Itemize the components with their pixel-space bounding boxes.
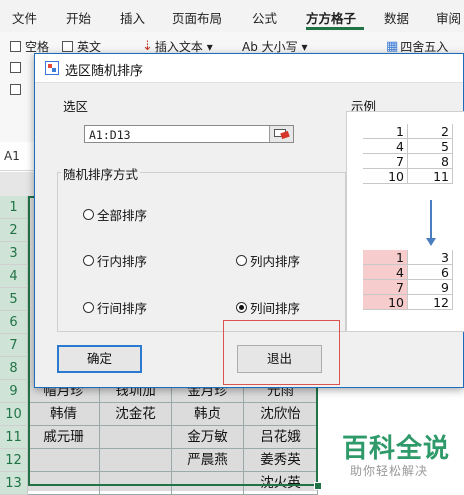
table-cell[interactable]: 金万敏	[172, 426, 244, 449]
preview-cell: 1	[363, 124, 408, 139]
tab-insert[interactable]: 插入	[120, 8, 145, 27]
preview-cell: 10	[363, 169, 408, 184]
checkbox-box[interactable]	[10, 84, 21, 95]
range-input[interactable]: A1:D13	[84, 125, 294, 143]
random-sort-dialog: 选区随机排序 选区 A1:D13 随机排序方式 全部排序 行内排序 列内排序 行…	[34, 53, 464, 388]
row-header[interactable]: 2	[0, 219, 28, 242]
preview-cell: 5	[408, 139, 453, 154]
table-cell[interactable]: 戚元珊	[28, 426, 100, 449]
range-label: 选区	[61, 96, 91, 115]
preview-cell: 7	[363, 154, 408, 169]
row-header[interactable]: 5	[0, 288, 28, 311]
row-header[interactable]: 4	[0, 265, 28, 288]
exit-highlight-annotation	[223, 320, 340, 385]
ok-button[interactable]: 确定	[57, 345, 142, 373]
checkbox-box[interactable]	[10, 62, 21, 73]
preview-cell: 7	[363, 280, 408, 295]
table-cell[interactable]: 沈火英	[244, 472, 318, 495]
table-cell[interactable]: 姜秀英	[244, 449, 318, 472]
preview-cell: 6	[408, 265, 453, 280]
radio-button[interactable]	[236, 255, 247, 266]
down-arrow-head	[426, 238, 436, 246]
checkbox-box[interactable]	[10, 41, 21, 52]
down-arrow-icon	[430, 200, 432, 240]
radio-button[interactable]	[83, 302, 94, 313]
tab-data[interactable]: 数据	[384, 8, 409, 27]
table-cell[interactable]: 严晨燕	[172, 449, 244, 472]
watermark-subtitle: 助你轻松解决	[350, 464, 429, 478]
table-cell[interactable]	[28, 472, 100, 495]
row-header[interactable]: 7	[0, 334, 28, 357]
tab-review[interactable]: 审阅	[436, 8, 461, 27]
app-icon	[45, 61, 59, 75]
preview-cell: 2	[408, 124, 453, 139]
dialog-title: 选区随机排序	[65, 64, 144, 79]
preview-cell: 4	[363, 265, 408, 280]
table-cell[interactable]	[100, 472, 172, 495]
radio-in-col-sort[interactable]: 列内排序	[236, 251, 300, 270]
preview-cell: 9	[408, 280, 453, 295]
preview-cell: 12	[408, 295, 453, 310]
tab-fangfang[interactable]: 方方格子	[306, 8, 356, 27]
preview-cell: 4	[363, 139, 408, 154]
preview-cell: 10	[363, 295, 408, 310]
tab-file[interactable]: 文件	[12, 8, 37, 27]
row-header[interactable]: 11	[0, 426, 28, 449]
radio-button[interactable]	[83, 209, 94, 220]
row-header[interactable]: 3	[0, 242, 28, 265]
menu-bar: 文件 开始 插入 页面布局 公式 方方格子 数据 审阅	[0, 0, 464, 32]
preview-cell: 8	[408, 154, 453, 169]
name-box[interactable]: A1	[4, 146, 32, 166]
table-cell[interactable]: 韩倩	[28, 403, 100, 426]
watermark-title: 百科全说	[342, 434, 451, 464]
fill-handle[interactable]	[314, 482, 322, 490]
radio-between-cols-sort[interactable]: 列间排序	[236, 298, 300, 317]
insert-text-icon: ⇣	[142, 39, 153, 54]
row-header[interactable]: 10	[0, 403, 28, 426]
row-header[interactable]: 1	[0, 196, 28, 219]
range-picker-icon[interactable]	[269, 126, 293, 142]
radio-in-row-sort[interactable]: 行内排序	[83, 251, 147, 270]
row-header[interactable]: 12	[0, 449, 28, 472]
table-cell[interactable]	[172, 472, 244, 495]
preview-cell: 3	[408, 250, 453, 265]
example-preview: 1 2 4 5 7 8 10 11 1 3 4 6 7 9 10 12	[346, 111, 464, 332]
table-cell[interactable]	[28, 449, 100, 472]
row-header[interactable]: 9	[0, 380, 28, 403]
checkbox-box[interactable]	[62, 41, 73, 52]
sort-method-label: 随机排序方式	[61, 164, 141, 183]
radio-all-sort[interactable]: 全部排序	[83, 205, 147, 224]
preview-cell: 1	[363, 250, 408, 265]
row-header[interactable]: 8	[0, 357, 28, 380]
row-header[interactable]: 6	[0, 311, 28, 334]
table-icon: ▦	[386, 39, 399, 54]
tab-formulas[interactable]: 公式	[252, 8, 277, 27]
table-cell[interactable]: 沈金花	[100, 403, 172, 426]
tab-page-layout[interactable]: 页面布局	[172, 8, 222, 27]
tab-home[interactable]: 开始	[66, 8, 91, 27]
table-cell[interactable]: 吕花娥	[244, 426, 318, 449]
table-cell[interactable]: 沈欣怡	[244, 403, 318, 426]
radio-button-selected[interactable]	[236, 302, 247, 313]
active-tab-indicator	[306, 27, 364, 30]
dialog-titlebar[interactable]: 选区随机排序	[35, 54, 463, 83]
preview-cell: 11	[408, 169, 453, 184]
radio-button[interactable]	[83, 255, 94, 266]
radio-between-rows-sort[interactable]: 行间排序	[83, 298, 147, 317]
table-cell[interactable]	[100, 449, 172, 472]
table-cell[interactable]: 韩贞	[172, 403, 244, 426]
row-header[interactable]: 13	[0, 472, 28, 495]
table-cell[interactable]	[100, 426, 172, 449]
